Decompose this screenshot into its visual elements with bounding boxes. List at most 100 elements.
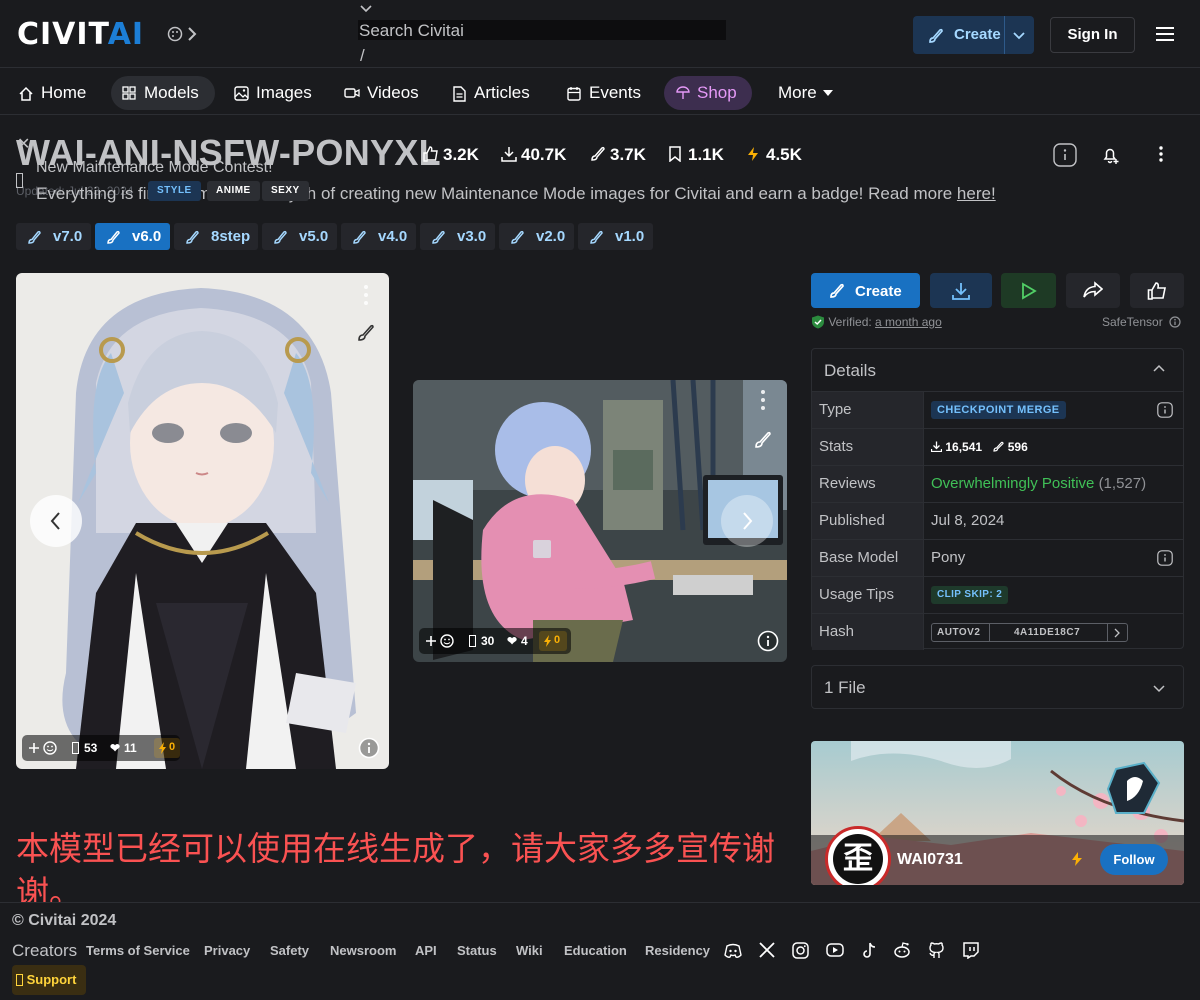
- instagram-icon[interactable]: [792, 942, 809, 959]
- footer-link-terms[interactable]: Terms of Service: [86, 943, 190, 958]
- footer-link-privacy[interactable]: Privacy: [204, 943, 250, 958]
- like-button[interactable]: [1130, 273, 1184, 308]
- brush-icon: [28, 230, 42, 244]
- footer-link-api[interactable]: API: [415, 943, 437, 958]
- version-tab-v1-0[interactable]: v1.0: [578, 223, 653, 250]
- nav-articles[interactable]: Articles: [445, 76, 545, 110]
- download-icon: [501, 146, 517, 162]
- creator-avatar[interactable]: 歪: [825, 826, 891, 885]
- remix-brush-icon[interactable]: [356, 323, 376, 343]
- remix-brush-icon[interactable]: [753, 430, 773, 450]
- hash-field[interactable]: AUTOV2 4A11DE18C7: [931, 623, 1128, 642]
- footer-link-newsroom[interactable]: Newsroom: [330, 943, 396, 958]
- close-icon[interactable]: ✕: [17, 134, 30, 154]
- bolt-icon[interactable]: [1071, 852, 1083, 866]
- creator-name[interactable]: WAI0731: [897, 851, 963, 869]
- info-icon[interactable]: [1053, 143, 1077, 167]
- footer-link-education[interactable]: Education: [564, 943, 627, 958]
- run-button[interactable]: [1001, 273, 1056, 308]
- brush-icon: [186, 230, 200, 244]
- video-icon: [344, 86, 360, 100]
- banner-link[interactable]: here!: [957, 184, 996, 203]
- chevron-down-icon[interactable]: [1012, 28, 1026, 42]
- carousel-next-button[interactable]: [721, 495, 773, 547]
- footer-creators-link[interactable]: Creators: [12, 941, 77, 961]
- x-twitter-icon[interactable]: [759, 942, 775, 958]
- civitai-logo[interactable]: CIVITAI: [17, 20, 144, 50]
- info-icon[interactable]: [1157, 402, 1173, 418]
- create-button[interactable]: Create: [913, 16, 1034, 54]
- nav-models[interactable]: Models: [111, 76, 215, 110]
- support-button[interactable]: Support: [12, 965, 86, 995]
- tiktok-icon[interactable]: [861, 942, 877, 959]
- sign-in-button[interactable]: Sign In: [1050, 17, 1135, 53]
- version-tab-v6-0[interactable]: v6.0: [95, 223, 170, 250]
- files-panel[interactable]: 1 File: [811, 665, 1184, 709]
- generate-create-button[interactable]: Create: [811, 273, 920, 308]
- preview-image-1[interactable]: 53 ❤ 11 0: [16, 273, 389, 769]
- share-button[interactable]: [1066, 273, 1120, 308]
- image-reactions-bar: 53 ❤ 11 0: [22, 735, 180, 761]
- info-icon[interactable]: [757, 630, 779, 652]
- info-icon[interactable]: [1157, 550, 1173, 566]
- verified-date-link[interactable]: a month ago: [875, 315, 942, 329]
- menu-icon[interactable]: [1155, 26, 1175, 42]
- shirt-icon: [676, 86, 690, 100]
- hash-type[interactable]: AUTOV2: [937, 627, 980, 638]
- tag-style[interactable]: STYLE: [148, 181, 201, 201]
- more-vertical-icon[interactable]: [755, 388, 771, 412]
- version-tab-v4-0[interactable]: v4.0: [341, 223, 416, 250]
- tag-sexy[interactable]: SEXY: [262, 181, 309, 201]
- preview-image-2[interactable]: 30 ❤ 4 0: [413, 380, 787, 662]
- hash-value[interactable]: 4A11DE18C7: [1014, 627, 1080, 638]
- version-tab-8step[interactable]: 8step: [174, 223, 258, 250]
- carousel-prev-button[interactable]: [30, 495, 82, 547]
- brush-icon: [107, 230, 121, 244]
- add-reaction-icon[interactable]: [28, 741, 58, 755]
- buzz-chip[interactable]: 0: [154, 738, 180, 758]
- twitch-icon[interactable]: [962, 942, 979, 959]
- footer-link-wiki[interactable]: Wiki: [516, 943, 543, 958]
- version-tab-v2-0[interactable]: v2.0: [499, 223, 574, 250]
- youtube-icon[interactable]: [826, 942, 844, 958]
- buzz-chip[interactable]: 0: [539, 631, 567, 651]
- version-tab-v3-0[interactable]: v3.0: [420, 223, 495, 250]
- home-icon: [18, 86, 34, 102]
- footer-link-residency[interactable]: Residency: [645, 943, 710, 958]
- footer-link-status[interactable]: Status: [457, 943, 497, 958]
- reviews-link[interactable]: Overwhelmingly Positive: [931, 475, 1094, 492]
- nav-events[interactable]: Events: [559, 76, 653, 110]
- bell-plus-icon[interactable]: [1101, 145, 1121, 165]
- chevron-right-icon[interactable]: [1113, 628, 1121, 638]
- version-tab-v5-0[interactable]: v5.0: [262, 223, 337, 250]
- palette-icon[interactable]: [167, 26, 183, 42]
- creator-card: 歪 WAI0731 Follow: [811, 741, 1184, 885]
- chevron-up-icon[interactable]: [1153, 364, 1165, 374]
- nav-videos[interactable]: Videos: [336, 76, 432, 110]
- nav-home[interactable]: Home: [10, 76, 98, 110]
- chevron-down-icon[interactable]: [1153, 683, 1165, 693]
- info-icon[interactable]: [358, 737, 380, 759]
- add-reaction-icon[interactable]: [425, 634, 455, 648]
- chevron-right-icon: [743, 512, 753, 530]
- more-vertical-icon[interactable]: [1153, 145, 1169, 163]
- detail-row-base-model: Base Model Pony: [812, 540, 1183, 577]
- details-header[interactable]: Details: [812, 349, 1183, 392]
- github-icon[interactable]: [928, 942, 945, 959]
- nav-images[interactable]: Images: [226, 76, 322, 110]
- tag-anime[interactable]: ANIME: [207, 181, 260, 201]
- download-button[interactable]: [930, 273, 992, 308]
- nav-more[interactable]: More: [770, 76, 842, 110]
- follow-button[interactable]: Follow: [1100, 844, 1168, 875]
- more-vertical-icon[interactable]: [358, 283, 374, 307]
- info-icon[interactable]: [1169, 316, 1181, 328]
- reddit-icon[interactable]: [893, 942, 911, 959]
- chevron-down-icon[interactable]: [360, 4, 372, 14]
- chevron-right-icon[interactable]: [186, 26, 198, 42]
- footer-link-safety[interactable]: Safety: [270, 943, 309, 958]
- footer: © Civitai 2024 Creators Terms of Service…: [0, 902, 1200, 1000]
- discord-icon[interactable]: [724, 942, 742, 960]
- chevron-left-icon: [50, 512, 60, 530]
- nav-shop[interactable]: Shop: [664, 76, 752, 110]
- version-tab-v7-0[interactable]: v7.0: [16, 223, 91, 250]
